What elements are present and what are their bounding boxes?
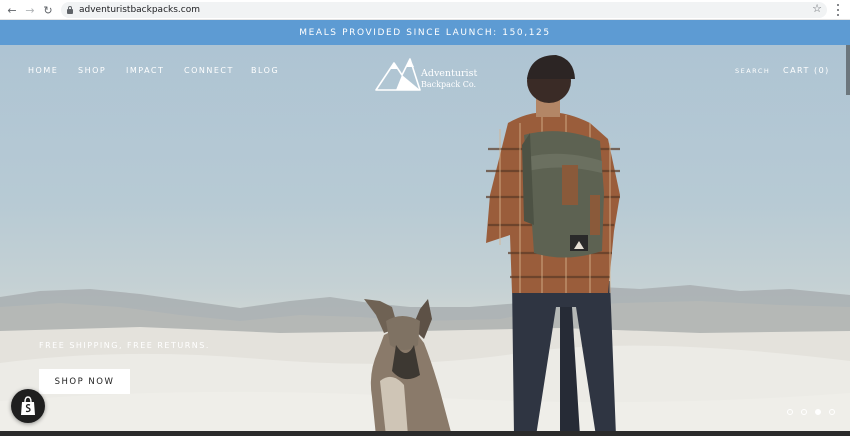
slide-dot-1[interactable] [787,409,793,415]
slide-dot-3[interactable] [815,409,821,415]
lock-icon [67,6,73,14]
reload-icon[interactable]: ↻ [41,3,55,17]
back-arrow-icon[interactable]: ← [5,3,19,17]
announcement-bar: MEALS PROVIDED SINCE LAUNCH: 150,125 [0,20,850,45]
nav-cart[interactable]: CART (0) [783,65,830,77]
kebab-menu-icon[interactable] [835,4,841,16]
hero-banner: HOME SHOP IMPACT CONNECT BLOG SEARCH CAR… [0,45,850,436]
browser-toolbar: ← → ↻ adventuristbackpacks.com ☆ [0,0,850,20]
announcement-text: MEALS PROVIDED SINCE LAUNCH: 150,125 [299,27,551,38]
nav-shop[interactable]: SHOP [78,65,106,77]
logo-line-1: Adventurist [421,68,478,79]
url-text[interactable]: adventuristbackpacks.com [79,4,200,16]
shop-now-button[interactable]: SHOP NOW [39,369,130,394]
slide-dot-4[interactable] [829,409,835,415]
forward-arrow-icon[interactable]: → [23,3,37,17]
nav-impact[interactable]: IMPACT [126,65,164,77]
logo-line-2: Backpack Co. [421,80,477,89]
nav-search[interactable]: SEARCH [735,65,770,77]
star-icon[interactable]: ☆ [812,2,822,15]
slide-dot-2[interactable] [801,409,807,415]
hero-tagline: FREE SHIPPING, FREE RETURNS. [39,341,210,350]
shop-now-label: SHOP NOW [54,376,115,387]
shopify-bag-icon[interactable] [11,389,45,423]
nav-connect[interactable]: CONNECT [184,65,234,77]
page-bottom-edge [0,431,850,436]
slider-dots [787,409,835,417]
nav-blog[interactable]: BLOG [251,65,279,77]
address-bar[interactable]: adventuristbackpacks.com ☆ [61,2,827,18]
logo-wordmark[interactable]: Adventurist Backpack Co. [421,68,477,90]
nav-home[interactable]: HOME [28,65,58,77]
scrollbar-thumb[interactable] [846,45,850,95]
